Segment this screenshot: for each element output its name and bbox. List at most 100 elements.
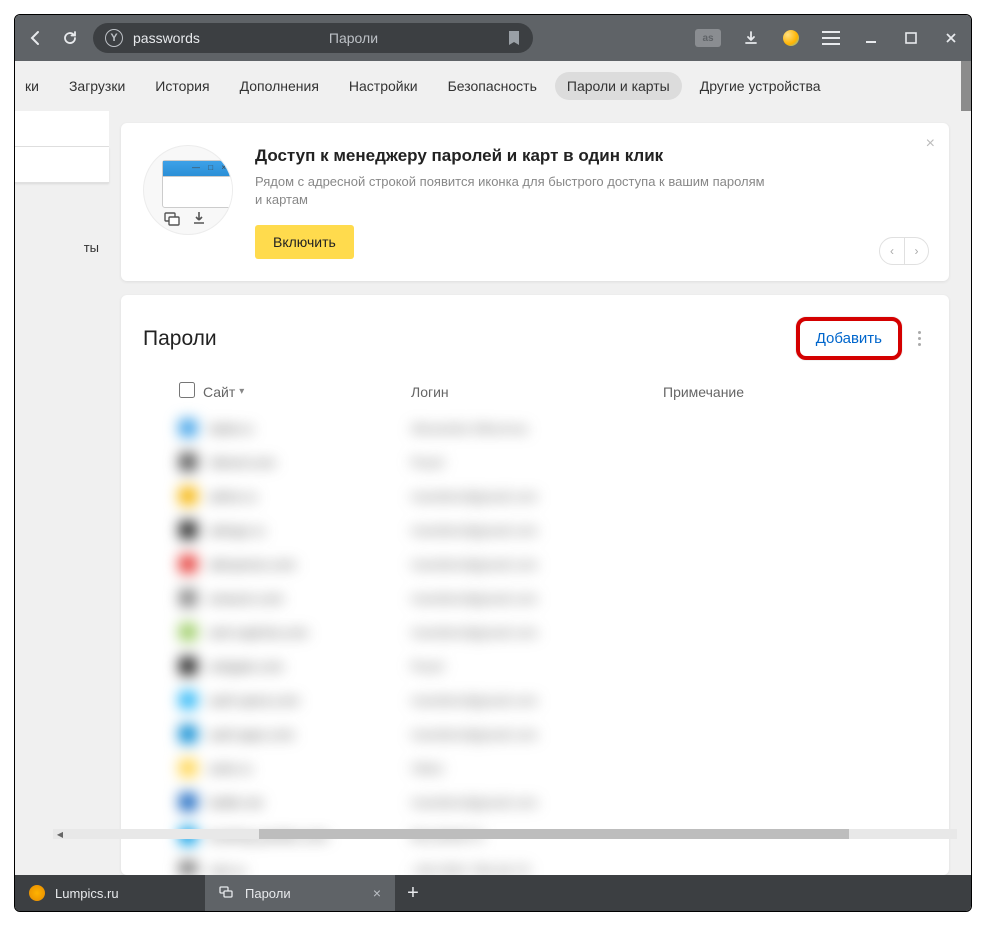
sidebar-item[interactable] [15, 147, 109, 183]
nav-tab[interactable]: Настройки [337, 72, 430, 100]
row-login: mandarin@gmail.com [411, 795, 663, 810]
favicon [179, 453, 197, 471]
bookmark-icon[interactable] [507, 30, 521, 46]
row-site: auth.apps.com [209, 727, 411, 742]
table-row[interactable]: battle.netmandarin@gmail.com [179, 785, 927, 819]
row-login: mandarin@gmail.com [411, 523, 663, 538]
table-row[interactable]: cdn.ru+38 (050) 786-36-75 [179, 853, 927, 875]
promo-close-icon[interactable]: × [926, 135, 935, 153]
row-login: +38 (050) 786-36-75 [411, 863, 663, 875]
table-row[interactable]: amazon.commandarin@gmail.com [179, 581, 927, 615]
favicon [179, 793, 197, 811]
column-login[interactable]: Логин [411, 384, 663, 400]
browser-tab[interactable]: Lumpics.ru [15, 875, 205, 911]
vertical-scrollbar-track[interactable] [961, 61, 971, 111]
window-maximize[interactable] [901, 28, 921, 48]
favicon [179, 555, 197, 573]
row-site: cdn.ru [209, 863, 411, 875]
select-all-checkbox[interactable] [179, 382, 195, 398]
downloads-icon[interactable] [741, 28, 761, 48]
tab-label: Lumpics.ru [55, 886, 119, 901]
row-site: 4devel.com [209, 455, 411, 470]
row-login: mandarin@gmail.com [411, 557, 663, 572]
promo-enable-button[interactable]: Включить [255, 225, 354, 259]
row-site: adrego.ru [209, 523, 411, 538]
table-row[interactable]: adme.rumandarin@gmail.com [179, 479, 927, 513]
table-row[interactable]: aliexpress.commandarin@gmail.com [179, 547, 927, 581]
window-close[interactable] [941, 28, 961, 48]
table-row[interactable]: adrego.rumandarin@gmail.com [179, 513, 927, 547]
tab-favicon [29, 885, 45, 901]
passwords-rows-blurred: 4pda.ruAlexandra Nikonova4devel.comPavel… [143, 411, 927, 875]
favicon [179, 623, 197, 641]
nav-tab[interactable]: Другие устройства [688, 72, 833, 100]
table-row[interactable]: auth.opera.commandarin@gmail.com [179, 683, 927, 717]
nav-tab[interactable]: ки [19, 72, 51, 100]
row-login: mandarin@gmail.com [411, 625, 663, 640]
new-tab-button[interactable]: + [395, 875, 431, 911]
row-login: Viktor [411, 761, 663, 776]
settings-nav: киЗагрузкиИсторияДополненияНастройкиБезо… [15, 61, 971, 111]
table-row[interactable]: anti-captcha.commandarin@gmail.com [179, 615, 927, 649]
nav-tab[interactable]: История [143, 72, 221, 100]
row-login: mandarin@gmail.com [411, 489, 663, 504]
row-site: auth.opera.com [209, 693, 411, 708]
favicon [179, 725, 197, 743]
browser-toolbar: Y passwords Пароли as [15, 15, 971, 61]
tab-label: Пароли [245, 886, 291, 901]
menu-icon[interactable] [821, 28, 841, 48]
promo-next-icon[interactable]: › [904, 238, 928, 264]
row-site: aliexpress.com [209, 557, 411, 572]
promo-prev-icon[interactable]: ‹ [880, 238, 904, 264]
more-options-icon[interactable] [912, 331, 927, 346]
favicon [179, 657, 197, 675]
favicon [179, 691, 197, 709]
favicon [179, 589, 197, 607]
reload-button[interactable] [59, 27, 81, 49]
table-row[interactable]: auth.apps.commandarin@gmail.com [179, 717, 927, 751]
table-row[interactable]: antigate.comPavel [179, 649, 927, 683]
favicon [179, 419, 197, 437]
sidebar-item[interactable] [15, 111, 109, 147]
passwords-table-header: Сайт ▾ Логин Примечание [143, 382, 927, 411]
horizontal-scrollbar-thumb[interactable] [259, 829, 849, 839]
row-login: Pavel [411, 659, 663, 674]
weather-icon[interactable] [781, 28, 801, 48]
sort-caret-icon: ▾ [239, 386, 244, 397]
tab-strip: Lumpics.ru Пароли × + [15, 875, 971, 911]
row-login: Alexandra Nikonova [411, 421, 663, 436]
promo-title: Доступ к менеджеру паролей и карт в один… [255, 145, 927, 167]
address-bar[interactable]: Y passwords Пароли [93, 23, 533, 53]
row-site: adme.ru [209, 489, 411, 504]
horizontal-scrollbar-track[interactable]: ◀ [53, 829, 957, 839]
promo-card: — □ × Доступ к менеджеру паролей и карт … [121, 123, 949, 281]
table-row[interactable]: avito.ruViktor [179, 751, 927, 785]
nav-tab[interactable]: Загрузки [57, 72, 137, 100]
passwords-title: Пароли [143, 327, 796, 351]
lastfm-icon[interactable]: as [695, 29, 721, 47]
favicon [179, 759, 197, 777]
left-sidebar: ты [15, 111, 109, 875]
column-note[interactable]: Примечание [663, 384, 917, 400]
address-page-title: Пароли [329, 30, 378, 46]
browser-tab[interactable]: Пароли × [205, 875, 395, 911]
window-minimize[interactable] [861, 28, 881, 48]
scroll-left-icon[interactable]: ◀ [53, 829, 67, 839]
nav-tab[interactable]: Пароли и карты [555, 72, 682, 100]
add-password-button[interactable]: Добавить [806, 325, 892, 352]
row-site: avito.ru [209, 761, 411, 776]
back-button[interactable] [25, 27, 47, 49]
promo-description: Рядом с адресной строкой появится иконка… [255, 173, 775, 209]
column-site[interactable]: Сайт ▾ [203, 384, 411, 400]
row-login: mandarin@gmail.com [411, 693, 663, 708]
sidebar-item-cut[interactable]: ты [15, 229, 109, 265]
row-site: antigate.com [209, 659, 411, 674]
table-row[interactable]: 4devel.comPavel [179, 445, 927, 479]
table-row[interactable]: 4pda.ruAlexandra Nikonova [179, 411, 927, 445]
tab-favicon [219, 885, 235, 901]
tab-close-icon[interactable]: × [373, 885, 381, 901]
nav-tab[interactable]: Дополнения [228, 72, 331, 100]
passwords-card: Пароли Добавить Сайт ▾ Логин Примечание … [121, 295, 949, 875]
row-site: battle.net [209, 795, 411, 810]
nav-tab[interactable]: Безопасность [436, 72, 549, 100]
